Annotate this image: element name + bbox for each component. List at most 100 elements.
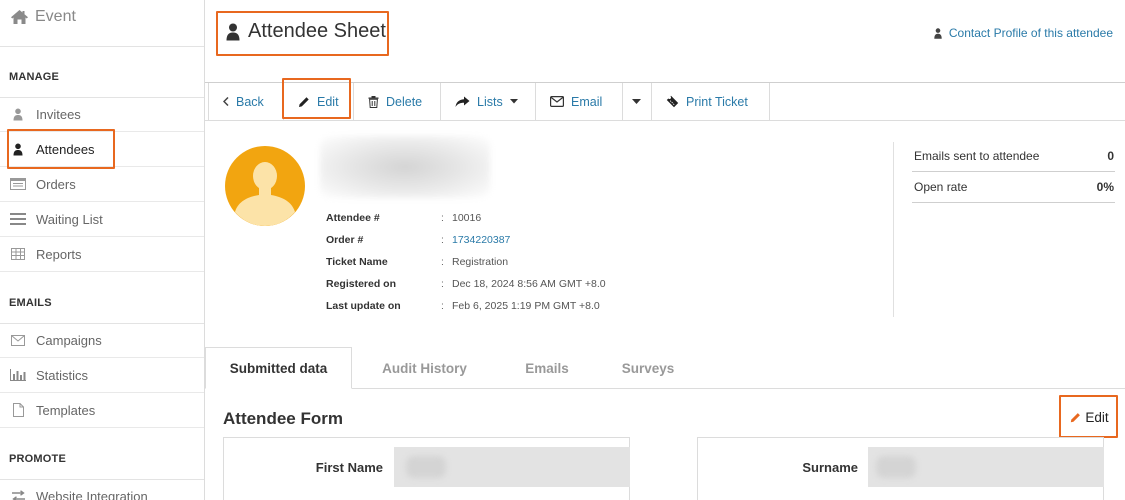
detail-tabs: Submitted data Audit History Emails Surv… bbox=[205, 347, 699, 389]
first-name-label: First Name bbox=[315, 460, 383, 475]
pencil-icon bbox=[298, 96, 310, 108]
detail-label: Order # bbox=[326, 234, 364, 246]
surname-label: Surname bbox=[802, 460, 858, 475]
avatar bbox=[225, 146, 305, 226]
form-edit-button[interactable]: Edit bbox=[1061, 396, 1118, 438]
stat-open-rate: Open rate 0% bbox=[914, 177, 1114, 197]
user-icon bbox=[226, 23, 240, 41]
person-silhouette-icon bbox=[235, 162, 295, 226]
exchange-icon bbox=[10, 488, 26, 500]
caret-down-icon bbox=[632, 99, 641, 104]
detail-value: 10016 bbox=[452, 212, 482, 224]
first-name-value-redacted bbox=[394, 447, 630, 487]
sidebar-item-website-integration[interactable]: Website Integration bbox=[0, 479, 204, 500]
surname-value-redacted bbox=[868, 447, 1104, 487]
bar-chart-icon bbox=[10, 367, 26, 383]
sidebar-item-invitees[interactable]: Invitees bbox=[0, 97, 204, 132]
print-ticket-button[interactable]: Print Ticket bbox=[652, 83, 770, 120]
sidebar-item-label: Reports bbox=[36, 246, 82, 262]
sidebar-item-label: Website Integration bbox=[36, 488, 148, 500]
contact-profile-link[interactable]: Contact Profile of this attendee bbox=[934, 26, 1113, 40]
list-icon bbox=[10, 211, 26, 227]
sidebar: Event MANAGE Invitees Attendees Orders W… bbox=[0, 0, 205, 500]
sidebar-item-waiting-list[interactable]: Waiting List bbox=[0, 202, 204, 237]
sidebar-brand[interactable]: Event bbox=[10, 6, 76, 28]
email-button[interactable]: Email bbox=[536, 83, 623, 120]
divider bbox=[0, 46, 204, 47]
detail-separator: : bbox=[441, 256, 444, 268]
detail-value: Registration bbox=[452, 256, 509, 268]
sidebar-item-label: Invitees bbox=[36, 106, 81, 122]
table-icon bbox=[10, 246, 26, 262]
chevron-left-icon bbox=[223, 97, 229, 106]
email-options-toggle[interactable] bbox=[623, 83, 652, 120]
detail-row-last-update: Last update on : Feb 6, 2025 1:19 PM GMT… bbox=[326, 299, 600, 313]
divider bbox=[912, 171, 1115, 172]
section-heading-promote: PROMOTE bbox=[9, 453, 67, 465]
sidebar-item-campaigns[interactable]: Campaigns bbox=[0, 323, 204, 358]
edit-label: Edit bbox=[317, 94, 339, 109]
detail-label: Last update on bbox=[326, 300, 401, 312]
divider bbox=[205, 120, 1125, 121]
detail-value: Dec 18, 2024 8:56 AM GMT +8.0 bbox=[452, 278, 606, 290]
detail-row-registered-on: Registered on : Dec 18, 2024 8:56 AM GMT… bbox=[326, 277, 606, 291]
sidebar-item-statistics[interactable]: Statistics bbox=[0, 358, 204, 393]
redaction-blur bbox=[876, 456, 916, 478]
delete-label: Delete bbox=[386, 94, 423, 109]
redaction-blur bbox=[406, 456, 446, 478]
sidebar-item-label: Waiting List bbox=[36, 211, 103, 227]
lists-label: Lists bbox=[477, 94, 503, 109]
detail-label: Ticket Name bbox=[326, 256, 388, 268]
email-label: Email bbox=[571, 94, 603, 109]
detail-row-ticket-name: Ticket Name : Registration bbox=[326, 255, 508, 269]
stat-value: 0 bbox=[1107, 149, 1114, 163]
sidebar-item-reports[interactable]: Reports bbox=[0, 237, 204, 272]
tab-submitted-data[interactable]: Submitted data bbox=[205, 347, 352, 389]
sidebar-item-templates[interactable]: Templates bbox=[0, 393, 204, 428]
envelope-icon bbox=[550, 96, 564, 107]
detail-separator: : bbox=[441, 234, 444, 246]
attendee-name-redacted bbox=[320, 136, 490, 198]
page-title: Attendee Sheet bbox=[226, 20, 386, 43]
lists-dropdown-button[interactable]: Lists bbox=[441, 83, 536, 120]
brand-label: Event bbox=[35, 8, 76, 25]
page-title-text: Attendee Sheet bbox=[248, 20, 386, 42]
sidebar-item-attendees[interactable]: Attendees bbox=[0, 132, 204, 167]
back-button[interactable]: Back bbox=[208, 83, 284, 120]
receipt-list-icon bbox=[10, 176, 26, 192]
detail-label: Registered on bbox=[326, 278, 397, 290]
tab-surveys[interactable]: Surveys bbox=[597, 347, 699, 389]
user-icon bbox=[934, 27, 942, 39]
sidebar-item-label: Statistics bbox=[36, 367, 89, 383]
sidebar-item-label: Templates bbox=[36, 402, 96, 418]
section-heading-emails: EMAILS bbox=[9, 297, 52, 309]
document-icon bbox=[10, 402, 26, 418]
form-edit-label: Edit bbox=[1085, 409, 1109, 425]
share-arrow-icon bbox=[455, 96, 470, 108]
pencil-icon bbox=[1070, 412, 1081, 423]
detail-row-attendee-number: Attendee # : 10016 bbox=[326, 211, 481, 225]
sidebar-item-label: Campaigns bbox=[36, 332, 102, 348]
stat-emails-sent: Emails sent to attendee 0 bbox=[914, 146, 1114, 166]
stat-value: 0% bbox=[1096, 180, 1114, 194]
envelope-icon bbox=[10, 332, 26, 348]
delete-button[interactable]: Delete bbox=[354, 83, 441, 120]
stat-label: Emails sent to attendee bbox=[914, 149, 1040, 163]
divider bbox=[912, 202, 1115, 203]
home-icon bbox=[10, 9, 29, 25]
tab-emails[interactable]: Emails bbox=[497, 347, 597, 389]
ticket-icon bbox=[666, 95, 679, 108]
tab-audit-history[interactable]: Audit History bbox=[352, 347, 497, 389]
trash-icon bbox=[368, 95, 379, 108]
contact-profile-label: Contact Profile of this attendee bbox=[948, 26, 1113, 40]
user-icon bbox=[10, 106, 26, 122]
detail-separator: : bbox=[441, 300, 444, 312]
edit-button[interactable]: Edit bbox=[284, 83, 354, 120]
action-toolbar: Back Edit Delete Lists Email Print Ticke… bbox=[208, 83, 770, 120]
order-number-link[interactable]: 1734220387 bbox=[452, 234, 510, 246]
sidebar-item-orders[interactable]: Orders bbox=[0, 167, 204, 202]
section-heading-manage: MANAGE bbox=[9, 71, 60, 83]
sidebar-item-label: Orders bbox=[36, 176, 76, 192]
caret-down-icon bbox=[509, 99, 518, 104]
sidebar-item-label: Attendees bbox=[36, 141, 95, 157]
